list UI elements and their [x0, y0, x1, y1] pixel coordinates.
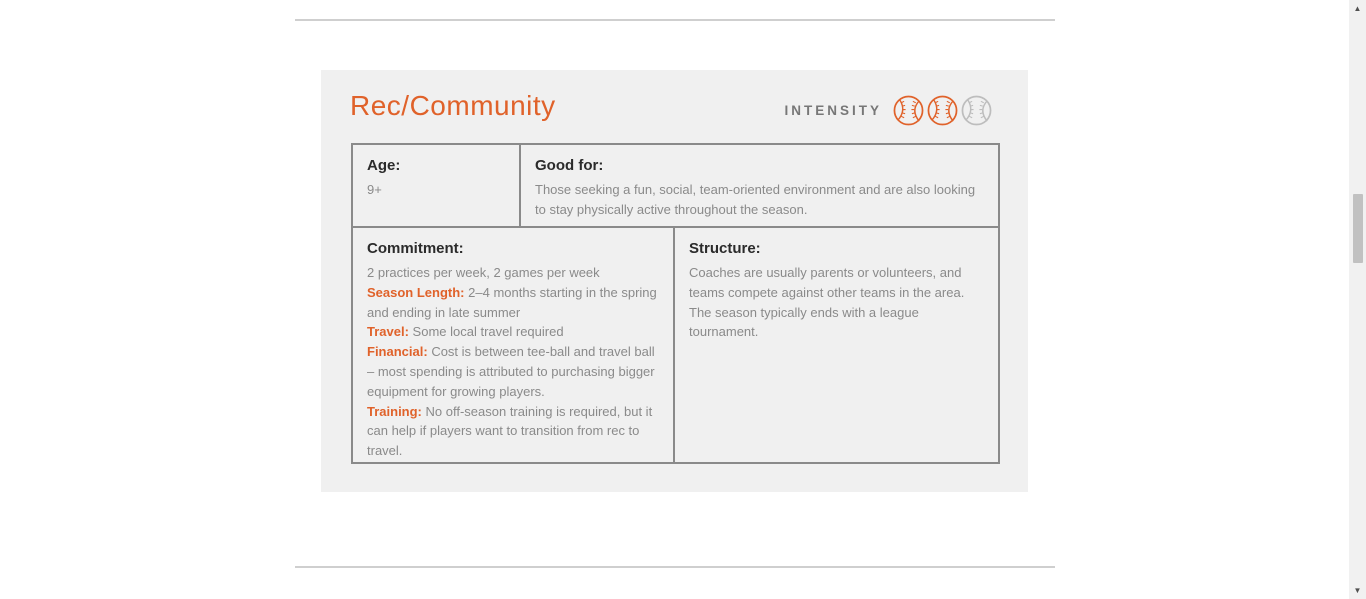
- scroll-down-icon[interactable]: ▼: [1349, 582, 1366, 599]
- scroll-up-icon[interactable]: ▲: [1349, 0, 1366, 17]
- good-for-cell: Good for: Those seeking a fun, social, t…: [521, 145, 998, 226]
- structure-cell: Structure: Coaches are usually parents o…: [675, 228, 998, 462]
- commitment-item-travel: Travel: Some local travel required: [367, 322, 659, 342]
- structure-text: Coaches are usually parents or volunteer…: [689, 265, 965, 340]
- commitment-label: Season Length:: [367, 284, 465, 300]
- commitment-label: Financial:: [367, 344, 428, 360]
- section-divider-top: [295, 19, 1055, 21]
- commitment-value: Some local travel required: [412, 324, 564, 340]
- intensity-label: INTENSITY: [784, 102, 882, 118]
- age-value: 9+: [367, 182, 382, 197]
- structure-heading: Structure:: [689, 240, 761, 257]
- baseball-icon: [961, 95, 992, 125]
- commitment-summary: 2 practices per week, 2 games per week: [367, 265, 600, 280]
- good-for-heading: Good for:: [535, 157, 604, 174]
- good-for-text: Those seeking a fun, social, team-orient…: [535, 182, 976, 217]
- program-card-rec-community: Rec/Community INTENSITY Age: 9+ Good for…: [321, 70, 1028, 492]
- page-scrollbar[interactable]: ▲ ▼: [1349, 0, 1366, 599]
- commitment-item-season-length: Season Length: 2–4 months starting in th…: [367, 283, 659, 323]
- program-details-grid: Age: 9+ Good for: Those seeking a fun, s…: [351, 143, 1000, 464]
- commitment-item-financial: Financial: Cost is between tee-ball and …: [367, 342, 659, 401]
- scrollbar-thumb[interactable]: [1353, 194, 1363, 263]
- commitment-heading: Commitment:: [367, 240, 464, 257]
- section-divider-bottom: [295, 566, 1055, 568]
- baseball-icon: [927, 95, 958, 125]
- commitment-cell: Commitment: 2 practices per week, 2 game…: [353, 228, 675, 462]
- commitment-item-training: Training: No off-season training is requ…: [367, 402, 659, 461]
- intensity-rating: INTENSITY: [784, 94, 992, 126]
- commitment-label: Travel:: [367, 324, 409, 340]
- age-heading: Age:: [367, 157, 401, 174]
- age-cell: Age: 9+: [353, 145, 521, 226]
- commitment-label: Training:: [367, 403, 422, 419]
- card-title: Rec/Community: [350, 90, 556, 121]
- baseball-icon: [893, 95, 924, 125]
